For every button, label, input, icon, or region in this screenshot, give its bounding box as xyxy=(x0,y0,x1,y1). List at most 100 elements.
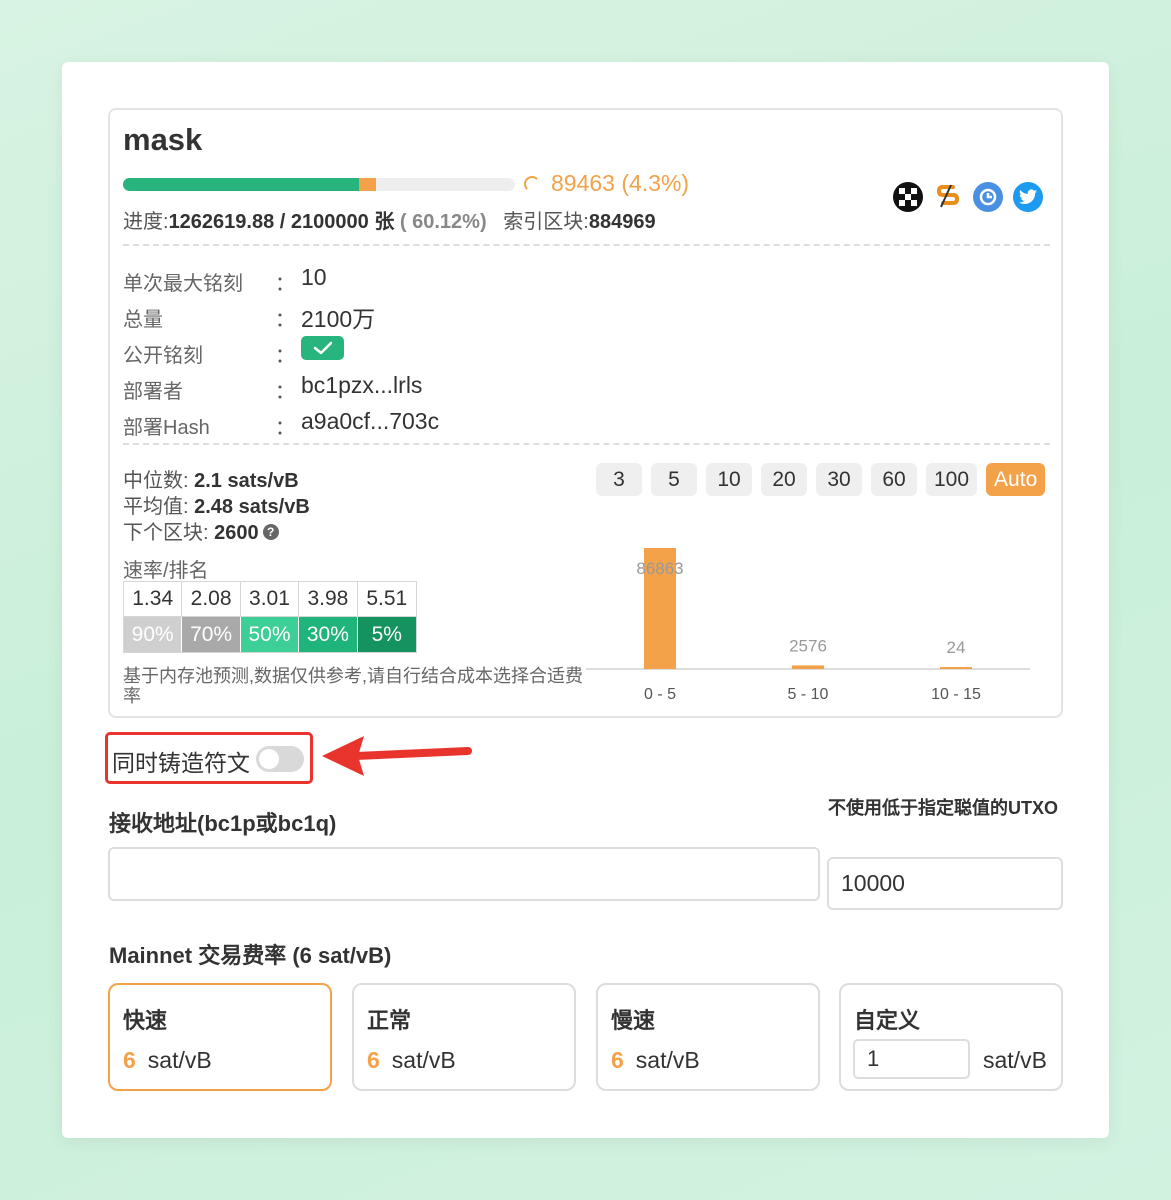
next-block-label: 下个区块: xyxy=(123,522,209,544)
fee-option-slow[interactable]: 慢速 6 sat/vB xyxy=(596,983,820,1091)
chart-tick-label: 10 - 15 xyxy=(931,686,981,703)
mint-rune-toggle[interactable] xyxy=(256,746,304,772)
fee-option-rate: 6 sat/vB xyxy=(611,1047,700,1074)
custom-fee-input[interactable]: 1 xyxy=(853,1039,970,1079)
fee-block-button-auto[interactable]: Auto xyxy=(986,463,1046,496)
progress-label: 进度: xyxy=(123,211,169,233)
progress-summary: 进度:1262619.88 / 2100000 张 ( 60.12%) 索引区块… xyxy=(123,205,656,234)
okx-icon[interactable] xyxy=(893,182,923,212)
fee-option-title: 正常 xyxy=(367,1008,412,1033)
info-colon: ： xyxy=(275,417,295,439)
rate-rank-label: 速率/排名 xyxy=(123,560,209,582)
index-block-value: 884969 xyxy=(588,211,656,233)
rate-cell[interactable]: 2.08 xyxy=(182,582,241,617)
utxo-threshold-label: 不使用低于指定聪值的UTXO xyxy=(828,798,1058,818)
info-colon: ： xyxy=(275,381,295,403)
average-fee: 平均值: 2.48 sats/vB xyxy=(123,490,310,519)
info-value-max-mint: 10 xyxy=(301,264,327,290)
progress-bar-pending xyxy=(358,178,376,191)
fee-block-button-20[interactable]: 20 xyxy=(761,463,807,496)
info-label-public-mint: 公开铭刻 xyxy=(123,345,203,367)
mint-rune-highlight: 同时铸造符文 xyxy=(105,732,313,784)
arrow-annotation-icon xyxy=(322,736,472,776)
chart-data-label: 86863 xyxy=(636,559,683,578)
token-name: mask xyxy=(123,122,203,157)
fee-option-title: 慢速 xyxy=(611,1008,656,1033)
info-value-deploy-hash[interactable]: a9a0cf...703c xyxy=(301,408,439,435)
fee-option-normal[interactable]: 正常 6 sat/vB xyxy=(352,983,576,1091)
index-block-label: 索引区块: xyxy=(503,211,589,233)
help-icon[interactable]: ? xyxy=(262,524,279,540)
public-mint-check-icon xyxy=(301,336,344,360)
rank-cell: 30% xyxy=(299,617,358,652)
fee-option-value: 6 xyxy=(123,1047,136,1073)
fee-block-button-30[interactable]: 30 xyxy=(816,463,862,496)
chart-tick-label: 0 - 5 xyxy=(644,686,676,703)
fee-block-button-5[interactable]: 5 xyxy=(651,463,697,496)
info-label-deploy-hash: 部署Hash xyxy=(123,417,210,439)
fee-option-unit: sat/vB xyxy=(147,1047,212,1073)
info-colon: ： xyxy=(275,309,295,331)
rate-cell[interactable]: 3.98 xyxy=(299,582,358,617)
rank-cell: 50% xyxy=(240,617,300,652)
receive-address-label: 接收地址(bc1p或bc1q) xyxy=(109,811,337,836)
median-fee: 中位数: 2.1 sats/vB xyxy=(123,464,299,493)
chart-tick-label: 5 - 10 xyxy=(788,686,829,703)
chart-data-label: 24 xyxy=(947,638,966,657)
receive-address-input[interactable] xyxy=(108,847,820,901)
info-colon: ： xyxy=(275,273,295,295)
next-block-value: 2600 xyxy=(214,522,259,544)
chart-bar xyxy=(940,667,972,669)
chart-bar xyxy=(792,665,824,669)
fee-rate-title: Mainnet 交易费率 (6 sat/vB) xyxy=(109,943,392,968)
utxo-threshold-input[interactable]: 10000 xyxy=(827,857,1063,910)
loading-spinner-icon xyxy=(524,176,540,192)
divider xyxy=(123,443,1050,445)
twitter-icon[interactable] xyxy=(1013,182,1043,212)
fee-option-rate: 6 sat/vB xyxy=(123,1047,212,1074)
fee-option-unit: sat/vB xyxy=(983,1047,1047,1073)
median-label: 中位数: xyxy=(123,470,189,492)
mint-rune-label: 同时铸造符文 xyxy=(112,750,250,776)
info-colon: ： xyxy=(275,345,295,367)
fee-block-button-100[interactable]: 100 xyxy=(926,463,978,496)
progress-bar-fill xyxy=(123,178,359,191)
fee-block-buttons: 3 5 10 20 30 60 100 Auto xyxy=(596,463,1046,496)
info-value-total: 2100万 xyxy=(301,306,376,332)
toggle-knob xyxy=(259,749,279,769)
rate-cell[interactable]: 1.34 xyxy=(124,582,183,617)
average-value: 2.48 sats/vB xyxy=(194,496,310,518)
chain-icon[interactable] xyxy=(933,182,963,212)
fee-block-button-10[interactable]: 10 xyxy=(706,463,752,496)
fee-option-unit: sat/vB xyxy=(635,1047,700,1073)
mempool-disclaimer: 基于内存池预测,数据仅供参考,请自行结合成本选择合适费率 xyxy=(123,666,583,706)
progress-percent: ( 60.12%) xyxy=(399,211,487,233)
fee-option-fast[interactable]: 快速 6 sat/vB xyxy=(108,983,332,1091)
fee-block-button-60[interactable]: 60 xyxy=(871,463,917,496)
token-card: mask 89463 (4.3%) 进度:1262619.88 / 210000… xyxy=(108,108,1063,718)
divider xyxy=(123,244,1050,246)
rank-cell: 90% xyxy=(124,617,183,652)
progress-bar xyxy=(123,178,515,191)
next-block: 下个区块: 2600? xyxy=(123,516,279,545)
rate-cell[interactable]: 5.51 xyxy=(357,582,416,617)
info-label-total: 总量 xyxy=(123,309,163,331)
fee-block-button-3[interactable]: 3 xyxy=(596,463,642,496)
fee-option-title: 自定义 xyxy=(854,1008,921,1033)
median-value: 2.1 sats/vB xyxy=(194,470,299,492)
info-label-max-mint: 单次最大铭刻 xyxy=(123,273,243,295)
progress-value: 1262619.88 / 2100000 张 xyxy=(168,211,395,233)
info-value-deployer[interactable]: bc1pzx...lrls xyxy=(301,372,422,399)
fee-option-rate: 6 sat/vB xyxy=(367,1047,456,1074)
rank-cell: 70% xyxy=(182,617,241,652)
fee-option-value: 6 xyxy=(367,1047,380,1073)
fee-option-custom[interactable]: 自定义 1 sat/vB xyxy=(839,983,1063,1091)
fee-option-value: 6 xyxy=(611,1047,624,1073)
explorer-icon[interactable] xyxy=(973,182,1003,212)
info-label-deployer: 部署者 xyxy=(123,381,183,403)
pending-mint-count: 89463 (4.3%) xyxy=(551,170,690,196)
social-links xyxy=(893,182,1043,212)
chart-data-label: 2576 xyxy=(789,636,827,655)
average-label: 平均值: xyxy=(123,496,189,518)
rate-cell[interactable]: 3.01 xyxy=(240,582,300,617)
